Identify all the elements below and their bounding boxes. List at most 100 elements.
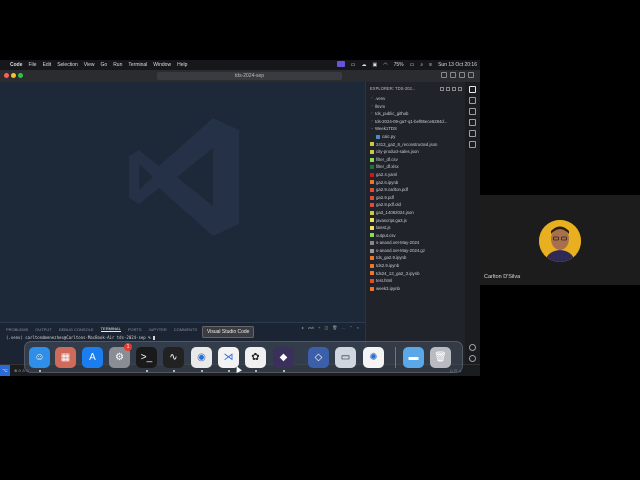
- file-tree-item[interactable]: › .venv: [366, 95, 466, 103]
- battery-percent[interactable]: 75%: [391, 62, 407, 68]
- minimize-window-button[interactable]: [11, 73, 16, 78]
- file-tree-item[interactable]: ga2.4.yaml: [366, 171, 466, 179]
- file-tree-item[interactable]: latest.js: [366, 224, 466, 232]
- customize-layout-icon[interactable]: [468, 72, 474, 78]
- dock-downloads-folder-icon[interactable]: ▬: [403, 347, 424, 368]
- file-tree-item[interactable]: › llnvm: [366, 103, 466, 111]
- search-icon[interactable]: ⌕: [417, 62, 426, 68]
- tab-comments[interactable]: COMMENTS: [174, 327, 197, 332]
- file-tree-item[interactable]: test.html: [366, 277, 466, 285]
- toggle-sidebar-icon[interactable]: [441, 72, 447, 78]
- terminal-shell-icon[interactable]: ▸: [302, 325, 304, 330]
- zoom-window-button[interactable]: [18, 73, 23, 78]
- file-tree-item[interactable]: ga2.8.pdf.old: [366, 201, 466, 209]
- new-file-icon[interactable]: [440, 86, 444, 91]
- editor-area[interactable]: [0, 82, 365, 322]
- file-tree-item[interactable]: › tds_public_github: [366, 110, 466, 118]
- file-tree-item[interactable]: s-anand.net-May-2024: [366, 239, 466, 247]
- file-tree-item[interactable]: tds_ga2.9.ipynb: [366, 254, 466, 262]
- dock-preview-icon[interactable]: ▭: [335, 347, 356, 368]
- file-tree-item[interactable]: s-anand.net-May-2024.gz: [366, 247, 466, 255]
- file-tree-item[interactable]: city-product-sales.json: [366, 148, 466, 156]
- dock-trash-icon[interactable]: 🗑: [430, 347, 451, 368]
- terminal-shell-label[interactable]: zsh: [308, 325, 314, 330]
- wifi-icon[interactable]: ◠: [380, 62, 390, 68]
- menu-selection[interactable]: Selection: [54, 60, 81, 70]
- kill-terminal-icon[interactable]: 🗑: [332, 325, 337, 330]
- dock-photos-icon[interactable]: ✺: [363, 347, 384, 368]
- split-terminal-icon[interactable]: ◫: [324, 325, 328, 330]
- more-actions-icon[interactable]: …: [341, 325, 345, 330]
- toggle-panel-icon[interactable]: [450, 72, 456, 78]
- control-center-icon[interactable]: ≡: [426, 62, 435, 68]
- toggle-secondary-sidebar-icon[interactable]: [459, 72, 465, 78]
- menu-terminal[interactable]: Terminal: [125, 60, 150, 70]
- extensions-icon[interactable]: [469, 130, 476, 137]
- dock-launchpad-icon[interactable]: ▦: [55, 347, 76, 368]
- dock-sketch-icon[interactable]: ◇: [308, 347, 329, 368]
- battery-icon[interactable]: ▭: [407, 62, 418, 68]
- remote-indicator-icon[interactable]: ⌥: [0, 365, 10, 376]
- file-tree-item[interactable]: 2413_ga2_8_reconstructed.json: [366, 141, 466, 149]
- dock-obsidian-icon[interactable]: ◆: [273, 347, 294, 368]
- close-panel-icon[interactable]: ×: [357, 325, 359, 330]
- run-debug-icon[interactable]: [469, 119, 476, 126]
- file-tree-item[interactable]: tds2.9.ipynb: [366, 262, 466, 270]
- cloud-icon[interactable]: ☁: [358, 62, 369, 68]
- menu-edit[interactable]: Edit: [40, 60, 55, 70]
- window-icon[interactable]: ▣: [369, 62, 380, 68]
- dock-terminal-icon[interactable]: >_: [136, 347, 157, 368]
- collapse-all-icon[interactable]: [458, 86, 462, 91]
- tab-terminal[interactable]: TERMINAL: [100, 326, 121, 332]
- file-tree-item[interactable]: › tds-2024-09-ga7-q1-bef86ece6284d...: [366, 118, 466, 126]
- clock[interactable]: Sun 13 Oct 20:16: [435, 62, 480, 68]
- display-icon[interactable]: ▭: [348, 62, 359, 68]
- tab-debug-console[interactable]: DEBUG CONSOLE: [59, 327, 94, 332]
- file-tree-item[interactable]: tds24_13_ga2_3.ipynb: [366, 270, 466, 278]
- remote-explorer-icon[interactable]: [469, 141, 476, 148]
- dock-app-store-icon[interactable]: A: [82, 347, 103, 368]
- file-tree-item[interactable]: ga3_14082024.json: [366, 209, 466, 217]
- new-terminal-icon[interactable]: +: [318, 325, 320, 330]
- file-tree-item[interactable]: ga2.9.carlton.pdf: [366, 186, 466, 194]
- file-tree-item[interactable]: output.csv: [366, 232, 466, 240]
- new-folder-icon[interactable]: [446, 86, 450, 91]
- screen-share-icon[interactable]: [334, 61, 348, 69]
- command-center-search[interactable]: tds-2024-sep: [157, 72, 342, 80]
- close-window-button[interactable]: [4, 73, 9, 78]
- file-tree-item[interactable]: ga2.9.pdf: [366, 194, 466, 202]
- file-tree-item[interactable]: filter_df.xlsx: [366, 163, 466, 171]
- participant-tile[interactable]: Carlton D'Silva: [480, 195, 640, 285]
- tab-problems[interactable]: PROBLEMS: [6, 327, 28, 332]
- menu-view[interactable]: View: [81, 60, 98, 70]
- tab-jupyter[interactable]: JUPYTER: [149, 327, 167, 332]
- file-tree-item[interactable]: filter_df.csv: [366, 156, 466, 164]
- terminal-prompt-line[interactable]: (.venv) carltondmenezhes@Carltons-MacBoo…: [6, 335, 155, 340]
- menu-window[interactable]: Window: [150, 60, 174, 70]
- search-view-icon[interactable]: [469, 97, 476, 104]
- dock-vscode-icon[interactable]: ⋊: [218, 347, 239, 368]
- menu-app-name[interactable]: Code: [7, 60, 26, 70]
- file-tree-item[interactable]: ga2.6.ipynb: [366, 179, 466, 187]
- file-tree-item[interactable]: week3.ipynb: [366, 285, 466, 293]
- menu-go[interactable]: Go: [98, 60, 111, 70]
- tab-output[interactable]: OUTPUT: [35, 327, 51, 332]
- manage-gear-icon[interactable]: [469, 355, 476, 362]
- menu-help[interactable]: Help: [174, 60, 190, 70]
- refresh-icon[interactable]: [452, 86, 456, 91]
- account-icon[interactable]: [469, 344, 476, 351]
- file-tree-item[interactable]: javascript.ga3.js: [366, 217, 466, 225]
- file-tree-item-label: filter_df.xlsx: [376, 164, 399, 170]
- menu-file[interactable]: File: [26, 60, 40, 70]
- dock-chatgpt-icon[interactable]: ✿: [245, 347, 266, 368]
- tab-ports[interactable]: PORTS: [128, 327, 142, 332]
- maximize-panel-icon[interactable]: ⌃: [349, 325, 352, 330]
- menu-run[interactable]: Run: [110, 60, 125, 70]
- dock-finder-icon[interactable]: ☺: [29, 347, 50, 368]
- source-control-icon[interactable]: [469, 108, 476, 115]
- file-tree-item[interactable]: ⌄ Week1TDS: [366, 125, 466, 133]
- file-tree-item[interactable]: calc.py: [366, 133, 466, 141]
- dock-chrome-icon[interactable]: ◉: [191, 347, 212, 368]
- dock-activity-monitor-icon[interactable]: ∿: [163, 347, 184, 368]
- explorer-icon[interactable]: [469, 86, 476, 93]
